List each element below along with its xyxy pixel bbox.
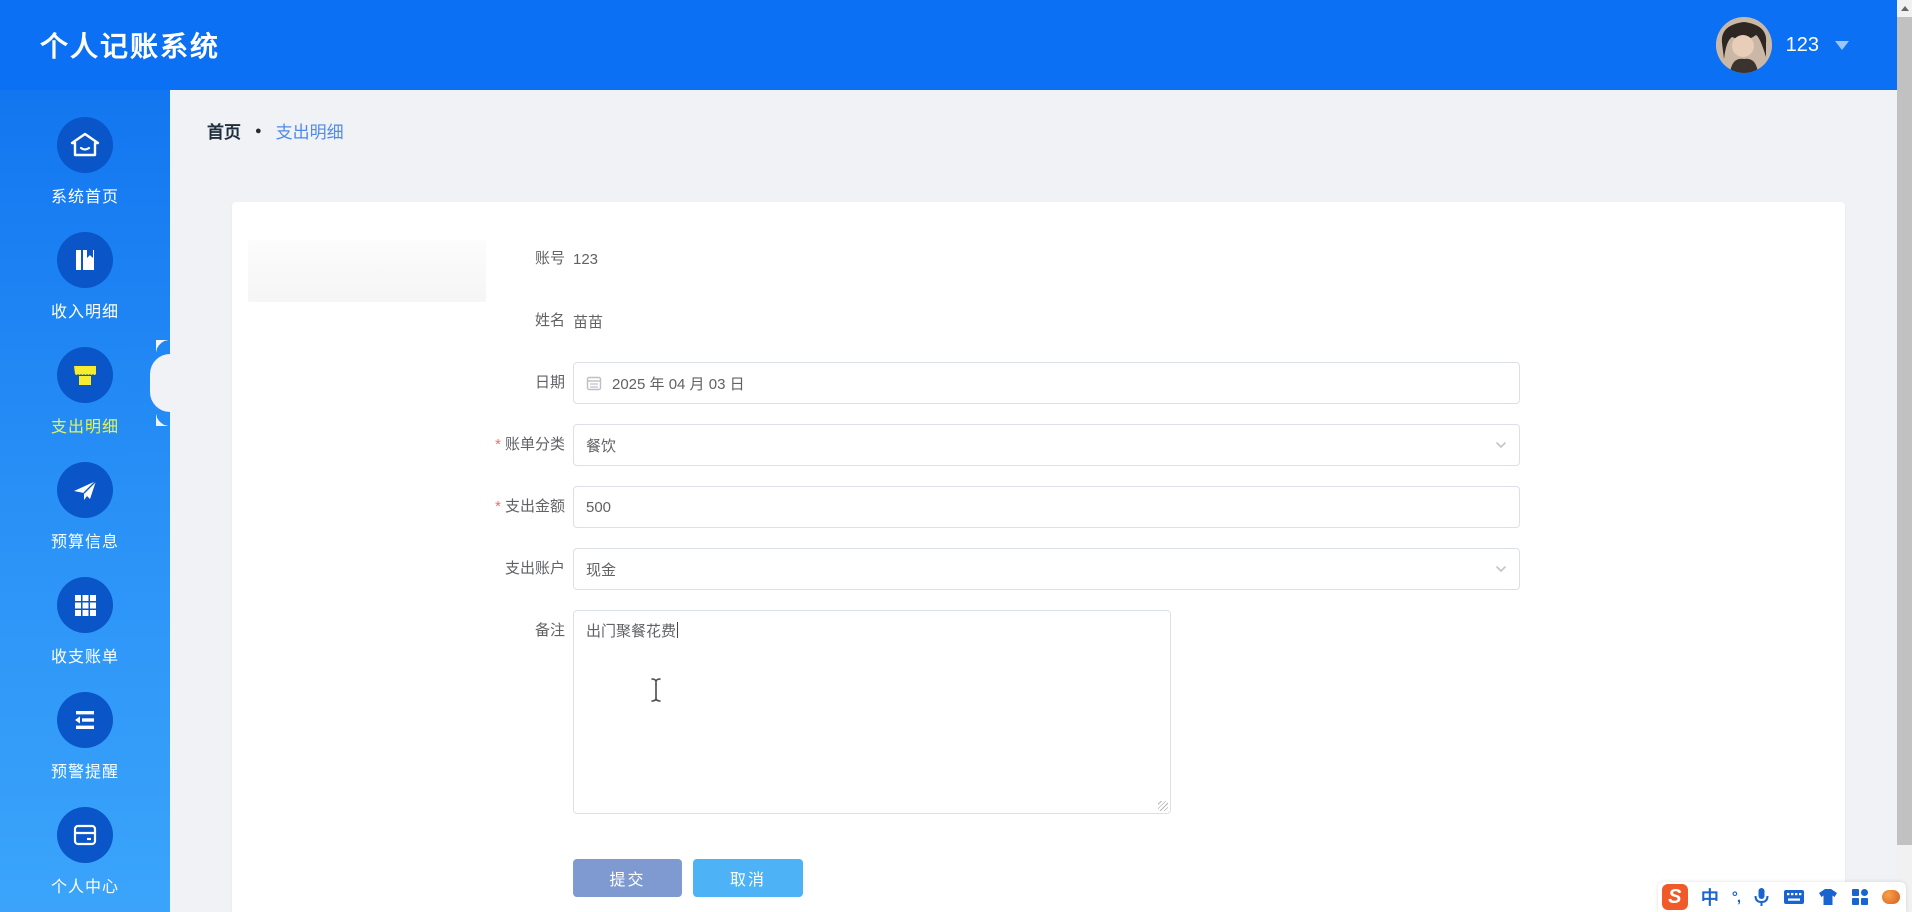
grid-icon: [75, 595, 96, 616]
sidebar-item-label: 收支账单: [50, 649, 119, 666]
sidebar-item-alerts[interactable]: 预警提醒: [0, 692, 170, 807]
account-label: 账号: [534, 250, 565, 267]
username-label: 123: [1785, 33, 1819, 56]
sidebar-item-label: 支出明细: [50, 419, 119, 436]
chevron-down-icon: [1835, 40, 1849, 50]
category-label: * 账单分类: [495, 436, 565, 453]
name-label: 姓名: [534, 312, 565, 329]
form-row-remarks: 备注 出门聚餐花费: [232, 610, 1845, 814]
account-value: 123: [573, 250, 599, 268]
form-row-amount: * 支出金额 500: [232, 486, 1845, 528]
sidebar-item-label: 个人中心: [50, 879, 119, 896]
sogou-logo-icon[interactable]: S: [1661, 884, 1688, 910]
date-value: 2025 年 04 月 03 日: [612, 375, 745, 393]
user-menu[interactable]: 123: [1715, 17, 1849, 73]
account-type-label: 支出账户: [504, 560, 565, 577]
app-header: 个人记账系统 123: [0, 0, 1897, 90]
cancel-button[interactable]: 取消: [693, 859, 803, 897]
sidebar-item-expense[interactable]: 支出明细: [0, 347, 170, 462]
remarks-textarea[interactable]: 出门聚餐花费: [573, 610, 1171, 814]
chinese-mode-icon[interactable]: 中: [1701, 884, 1719, 910]
sidebar-item-label: 系统首页: [50, 189, 119, 206]
chevron-down-icon: [1496, 566, 1506, 572]
profile-card-icon: [73, 824, 97, 846]
microphone-icon[interactable]: [1753, 887, 1770, 907]
form-row-date: 日期 2025 年 04 月 03 日: [232, 362, 1845, 404]
form-row-name: 姓名 苗苗: [232, 300, 1845, 342]
breadcrumb-separator: ●: [255, 124, 262, 137]
alert-list-icon: [75, 711, 94, 729]
category-value: 餐饮: [586, 437, 617, 455]
main-content: 首页 ● 支出明细 账号 123 姓名 苗苗 日期 2025 年 04 月 03…: [170, 90, 1897, 912]
chevron-down-icon: [1496, 442, 1506, 448]
breadcrumb: 首页 ● 支出明细: [207, 118, 344, 143]
ibeam-cursor: [651, 678, 661, 702]
calendar-icon: [586, 376, 602, 391]
app-title: 个人记账系统: [40, 31, 221, 62]
avatar-image: [1715, 17, 1772, 73]
skin-icon[interactable]: [1818, 888, 1838, 906]
date-label: 日期: [534, 374, 565, 391]
form-row-account-type: 支出账户 现金: [232, 548, 1845, 590]
account-type-value: 现金: [586, 561, 617, 579]
ime-toolbar: S 中 °,: [1657, 882, 1906, 912]
expense-form: 账号 123 姓名 苗苗 日期 2025 年 04 月 03 日 * 账单分类 …: [232, 202, 1845, 897]
scroll-up-button[interactable]: [1897, 0, 1912, 17]
resize-handle[interactable]: [1158, 801, 1168, 811]
sidebar-item-bills[interactable]: 收支账单: [0, 577, 170, 692]
required-mark: *: [495, 436, 501, 453]
active-item-notch: [150, 353, 170, 412]
shop-icon: [74, 366, 96, 385]
sidebar-item-home[interactable]: 系统首页: [0, 117, 170, 232]
category-select[interactable]: 餐饮: [573, 424, 1520, 466]
amount-input[interactable]: 500: [573, 486, 1520, 528]
sidebar-item-label: 预警提醒: [50, 764, 119, 781]
form-actions: 提交 取消: [573, 859, 1845, 897]
sidebar-item-profile[interactable]: 个人中心: [0, 807, 170, 912]
amount-value: 500: [586, 498, 612, 516]
keyboard-icon[interactable]: [1783, 889, 1805, 905]
submit-button[interactable]: 提交: [573, 859, 682, 897]
home-icon: [70, 132, 100, 157]
sidebar-nav: 系统首页 收入明细 支出明细 预算信息 收支账单 预警提醒 个人中心: [0, 90, 170, 912]
sidebar-item-income[interactable]: 收入明细: [0, 232, 170, 347]
name-value: 苗苗: [573, 313, 604, 331]
app-window: 个人记账系统 123 系统首页 收入明细 支出明细 预算信息 收支账单 预警提醒…: [0, 0, 1912, 912]
scrollbar-thumb[interactable]: [1897, 17, 1912, 845]
sidebar-item-budget[interactable]: 预算信息: [0, 462, 170, 577]
remarks-label: 备注: [534, 622, 565, 639]
ledger-icon: [76, 250, 94, 270]
expense-form-card: 账号 123 姓名 苗苗 日期 2025 年 04 月 03 日 * 账单分类 …: [232, 202, 1845, 912]
emoji-icon[interactable]: [1882, 890, 1900, 904]
remarks-value: 出门聚餐花费: [586, 623, 677, 640]
toolbox-icon[interactable]: [1851, 888, 1869, 906]
sidebar-item-label: 预算信息: [50, 534, 119, 551]
avatar[interactable]: [1715, 17, 1772, 73]
form-row-category: * 账单分类 餐饮: [232, 424, 1845, 466]
breadcrumb-home[interactable]: 首页: [207, 118, 241, 143]
sidebar-item-label: 收入明细: [50, 304, 119, 321]
scrollbar[interactable]: [1897, 0, 1912, 912]
breadcrumb-current[interactable]: 支出明细: [276, 118, 344, 143]
form-row-account: 账号 123: [232, 238, 1845, 280]
required-mark: *: [495, 498, 501, 515]
paper-plane-icon: [74, 480, 97, 500]
punctuation-icon[interactable]: °,: [1732, 889, 1741, 906]
amount-label: * 支出金额: [495, 498, 565, 515]
text-caret: [677, 622, 679, 638]
date-picker-field[interactable]: 2025 年 04 月 03 日: [573, 362, 1520, 404]
account-type-select[interactable]: 现金: [573, 548, 1520, 590]
